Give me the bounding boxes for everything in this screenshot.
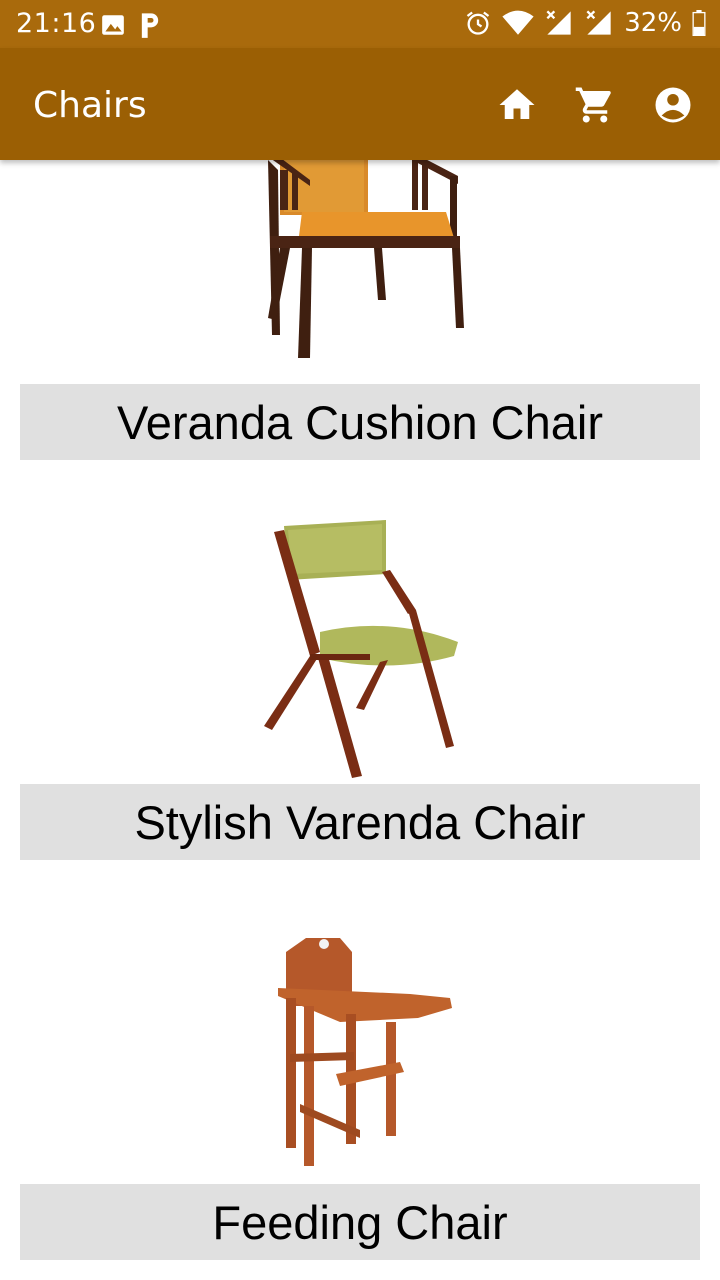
- signal-icon: [546, 10, 571, 35]
- image-icon: [102, 15, 124, 35]
- product-card[interactable]: Veranda Cushion Chair: [0, 160, 720, 460]
- parking-icon: [141, 13, 159, 38]
- product-card[interactable]: Feeding Chair: [0, 934, 720, 1260]
- app-bar: Chairs: [0, 48, 720, 160]
- stylish-varenda-chair-image: [264, 520, 458, 778]
- product-list[interactable]: Veranda Cushion Chair Stylish Varenda Ch…: [0, 160, 720, 1280]
- feeding-chair-image: [278, 938, 452, 1166]
- alarm-icon: [467, 11, 490, 35]
- page-title: Chairs: [33, 85, 147, 126]
- account-icon[interactable]: [652, 84, 694, 126]
- status-bar: 21:16 32%: [0, 0, 720, 48]
- status-notification-icons: [100, 11, 162, 39]
- home-icon[interactable]: [496, 84, 538, 126]
- wifi-icon: [502, 10, 534, 35]
- product-name: Stylish Varenda Chair: [20, 784, 700, 860]
- product-name: Feeding Chair: [20, 1184, 700, 1260]
- app-bar-actions: [496, 84, 694, 126]
- veranda-cushion-chair-image: [268, 160, 464, 358]
- battery-percent: 32%: [624, 8, 682, 38]
- status-system-icons: 32%: [464, 8, 706, 38]
- signal-icon: [586, 10, 611, 35]
- battery-icon: [692, 10, 706, 36]
- product-card[interactable]: Stylish Varenda Chair: [0, 518, 720, 862]
- product-name: Veranda Cushion Chair: [20, 384, 700, 460]
- cart-icon[interactable]: [574, 84, 616, 126]
- status-time: 21:16: [16, 8, 97, 39]
